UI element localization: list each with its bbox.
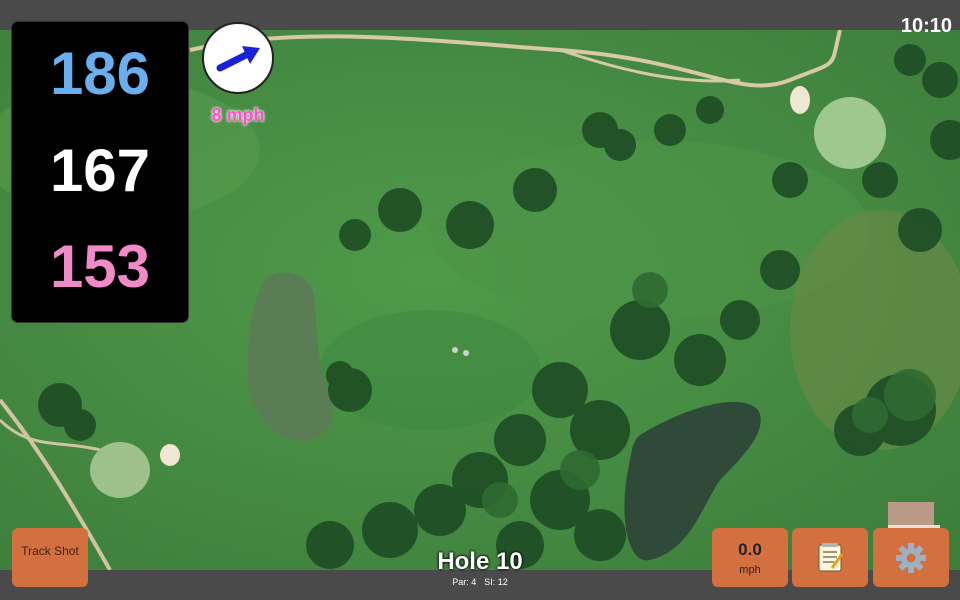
wind-arrow-icon [216, 46, 260, 72]
notepad-icon [818, 543, 844, 572]
wind-button-value: 0.0 [738, 540, 762, 559]
clock: 10:10 [900, 15, 952, 37]
wind-direction-indicator [202, 22, 274, 94]
hole-info: Par: 4 SI: 12 [380, 577, 580, 587]
distance-middle: 167 [49, 137, 151, 204]
hole-par: Par: 4 [452, 577, 477, 587]
hole-si: SI: 12 [484, 577, 508, 587]
notes-button[interactable] [792, 528, 868, 587]
wind-speed-label: 8 mph [211, 105, 265, 125]
track-shot-label: Track Shot [21, 544, 79, 558]
distance-panel: 186 167 153 [12, 22, 188, 322]
track-shot-button[interactable]: Track Shot [12, 528, 88, 587]
gear-icon [896, 543, 926, 573]
hole-title: Hole 10 [437, 548, 523, 575]
settings-button[interactable] [873, 528, 949, 587]
distance-back: 186 [49, 40, 151, 107]
distance-front: 153 [49, 233, 151, 300]
wind-speed-button[interactable]: 0.0 mph [712, 528, 788, 587]
wind-button-unit: mph [739, 564, 761, 576]
